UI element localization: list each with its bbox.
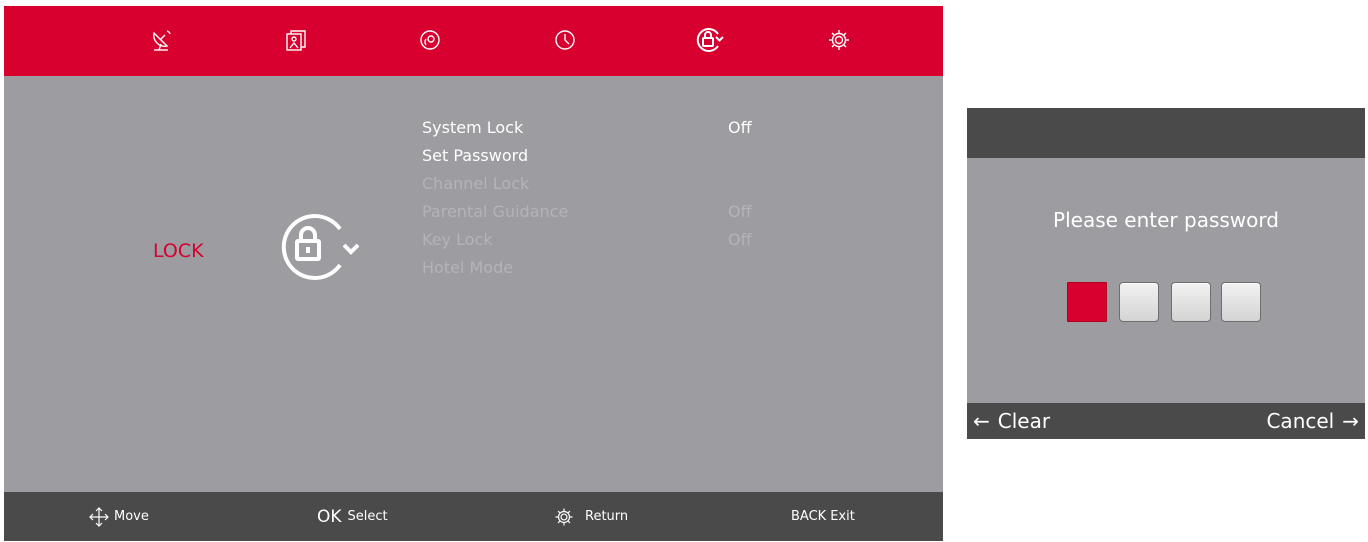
dialog-header bbox=[967, 108, 1365, 158]
tab-setup[interactable] bbox=[819, 20, 859, 60]
menu-item-set-password[interactable]: Set Password bbox=[422, 142, 782, 170]
tab-lock[interactable] bbox=[689, 20, 729, 60]
hint-move: Move bbox=[88, 492, 149, 541]
menu-item-label: System Lock bbox=[422, 118, 524, 137]
pin-digit-box[interactable] bbox=[1119, 282, 1159, 322]
move-arrows-icon bbox=[89, 506, 109, 527]
key-hint-bar: Move OK Select Return BACK Exit bbox=[4, 492, 943, 541]
pin-entry bbox=[1067, 282, 1267, 324]
lock-menu-list: System Lock Off Set Password Channel Loc… bbox=[422, 114, 782, 282]
menu-item-label: Channel Lock bbox=[422, 174, 530, 193]
menu-item-label: Set Password bbox=[422, 146, 529, 165]
picture-icon bbox=[286, 30, 306, 51]
menu-item-value: Off bbox=[728, 118, 752, 137]
menu-item-channel-lock: Channel Lock bbox=[422, 170, 782, 198]
password-dialog: Please enter password ← Clear Cancel → bbox=[967, 108, 1365, 439]
tab-time[interactable] bbox=[545, 20, 585, 60]
clock-icon bbox=[555, 30, 575, 50]
satellite-dish-icon bbox=[153, 30, 171, 51]
pin-digit-box[interactable] bbox=[1171, 282, 1211, 322]
menu-item-value: Off bbox=[728, 202, 752, 221]
cancel-label: Cancel bbox=[1266, 409, 1335, 433]
clear-label: Clear bbox=[997, 409, 1051, 433]
settings-icon bbox=[555, 508, 573, 525]
menu-item-value: Off bbox=[728, 230, 752, 249]
arrow-left-icon: ← bbox=[973, 409, 990, 433]
menu-item-label: Hotel Mode bbox=[422, 258, 514, 277]
hint-exit: BACK Exit bbox=[791, 492, 855, 541]
dialog-footer: ← Clear Cancel → bbox=[967, 403, 1365, 439]
ok-key-label: OK bbox=[317, 506, 342, 527]
hint-move-label: Move bbox=[114, 509, 149, 524]
tab-picture[interactable] bbox=[276, 20, 316, 60]
hint-select-label: Select bbox=[347, 509, 388, 524]
hint-return-label: Return bbox=[585, 509, 629, 524]
section-title: LOCK bbox=[153, 240, 204, 262]
cancel-button[interactable]: Cancel → bbox=[1266, 403, 1359, 439]
lock-emblem-icon bbox=[281, 214, 360, 280]
lock-icon bbox=[696, 28, 724, 52]
tab-channel[interactable] bbox=[141, 20, 181, 60]
back-key-label: BACK bbox=[791, 509, 827, 524]
pin-digit-box[interactable] bbox=[1067, 282, 1107, 322]
pin-digit-box[interactable] bbox=[1221, 282, 1261, 322]
arrow-right-icon: → bbox=[1342, 409, 1359, 433]
password-prompt: Please enter password bbox=[1053, 208, 1279, 232]
menu-item-parental-guidance: Parental Guidance Off bbox=[422, 198, 782, 226]
menu-item-label: Key Lock bbox=[422, 230, 493, 249]
clear-button[interactable]: ← Clear bbox=[973, 403, 1050, 439]
menu-item-key-lock: Key Lock Off bbox=[422, 226, 782, 254]
menu-item-label: Parental Guidance bbox=[422, 202, 569, 221]
category-tab-bar bbox=[4, 6, 943, 76]
menu-item-hotel-mode: Hotel Mode bbox=[422, 254, 782, 282]
tv-menu-panel: LOCK System Lock Off Set Password Channe… bbox=[4, 6, 943, 541]
settings-icon bbox=[829, 30, 849, 50]
hint-select: OK Select bbox=[317, 492, 388, 541]
tab-sound[interactable] bbox=[410, 20, 450, 60]
sound-icon bbox=[420, 30, 440, 50]
menu-item-system-lock[interactable]: System Lock Off bbox=[422, 114, 782, 142]
hint-return: Return bbox=[553, 492, 628, 541]
hint-exit-label: Exit bbox=[830, 509, 855, 524]
